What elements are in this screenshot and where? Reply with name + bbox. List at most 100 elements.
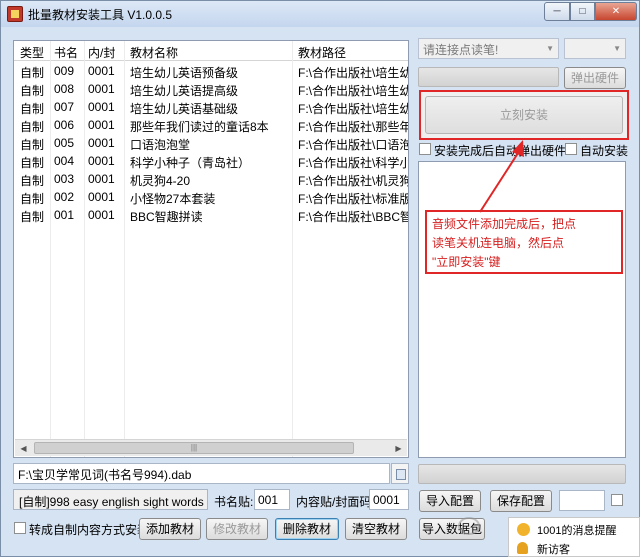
cell-book-no: 009 [54, 64, 75, 78]
cell-book-path: F:\合作出版社\培生幼儿 [298, 84, 408, 98]
table-row[interactable]: 自制 003 0001 机灵狗4-20 F:\合作出版社\机灵狗标 [14, 170, 408, 188]
cell-book-name: 培生幼儿英语提高级 [130, 84, 239, 98]
annotation-callout: 音频文件添加完成后，把点 读笔关机连电脑，然后点 "立即安装"键 [425, 210, 623, 274]
window-title: 批量教材安装工具 V1.0.0.5 [28, 8, 173, 22]
watermark-icon [458, 517, 480, 535]
horizontal-scrollbar[interactable]: ◀ ||| ▶ [15, 439, 407, 456]
table-row[interactable]: 自制 006 0001 那些年我们读过的童话8本 F:\合作出版社\那些年我 [14, 116, 408, 134]
scroll-thumb[interactable]: ||| [34, 442, 354, 454]
browse-file-button[interactable] [391, 463, 409, 484]
cell-book-no: 005 [54, 136, 75, 150]
save-config-button[interactable]: 保存配置 [490, 490, 552, 512]
minimize-button[interactable]: ─ [544, 2, 570, 21]
close-button[interactable]: ✕ [595, 2, 637, 21]
notification-bell-icon [517, 523, 530, 536]
eject-hardware-button[interactable]: 弹出硬件 [564, 67, 626, 89]
cell-book-no: 007 [54, 100, 75, 114]
cell-book-path: F:\合作出版社\科学小种 [298, 156, 408, 170]
cell-book-name: 口语泡泡堂 [130, 138, 191, 152]
table-row[interactable]: 自制 008 0001 培生幼儿英语提高级 F:\合作出版社\培生幼儿 [14, 80, 408, 98]
cell-type: 自制 [20, 84, 45, 98]
cell-type: 自制 [20, 66, 45, 80]
config-field[interactable] [559, 490, 605, 511]
cell-inner-cover: 0001 [88, 100, 115, 114]
cell-book-name: 科学小种子（青岛社） [130, 156, 251, 170]
table-row[interactable]: 自制 002 0001 小怪物27本套装 F:\合作出版社\标准版小 [14, 188, 408, 206]
table-row[interactable]: 自制 005 0001 口语泡泡堂 F:\合作出版社\口语泡泡 [14, 134, 408, 152]
table-row[interactable]: 自制 009 0001 培生幼儿英语预备级 F:\合作出版社\培生幼儿 [14, 62, 408, 80]
maximize-button[interactable]: □ [570, 2, 595, 21]
cell-book-path: F:\合作出版社\BBC智趣拼 [298, 210, 408, 224]
cell-book-name: BBC智趣拼读 [130, 210, 203, 224]
visitor-icon [517, 542, 528, 554]
scroll-right-icon[interactable]: ▶ [390, 440, 407, 457]
cell-type: 自制 [20, 102, 45, 116]
column-header-book-path[interactable]: 教材路径 [298, 44, 408, 61]
cell-book-path: F:\合作出版社\那些年我 [298, 120, 408, 134]
cell-book-path: F:\合作出版社\机灵狗标 [298, 174, 408, 188]
file-path-field[interactable]: F:\宝贝学常见词(书名号994).dab [13, 463, 390, 484]
clear-books-button[interactable]: 清空教材 [345, 518, 407, 540]
column-header-type[interactable]: 类型 [20, 44, 50, 61]
title-bar: 批量教材安装工具 V1.0.0.5 ─ □ ✕ [1, 1, 639, 27]
cell-type: 自制 [20, 120, 45, 134]
pen-select[interactable]: 请连接点读笔! ▼ [418, 38, 559, 59]
cell-book-no: 002 [54, 190, 75, 204]
book-list[interactable]: 类型 书名 内/封 教材名称 教材路径 自制 009 0001 培生幼儿英语预备级 F:… [13, 40, 409, 458]
cell-book-no: 001 [54, 208, 75, 222]
install-now-button[interactable]: 立刻安装 [425, 96, 623, 134]
install-progress-bar [418, 67, 559, 87]
cell-book-path: F:\合作出版社\标准版小 [298, 192, 408, 206]
convert-self-made-checkbox[interactable] [14, 522, 26, 534]
cell-type: 自制 [20, 156, 45, 170]
table-row[interactable]: 自制 007 0001 培生幼儿英语基础级 F:\合作出版社\培生幼儿 [14, 98, 408, 116]
cell-book-path: F:\合作出版社\培生幼儿 [298, 66, 408, 80]
auto-eject-label: 安装完成后自动弹出硬件 [434, 144, 567, 158]
pen-select-value: 请连接点读笔! [423, 43, 499, 57]
cell-inner-cover: 0001 [88, 172, 115, 186]
annotation-line-3: "立即安装"键 [432, 255, 501, 269]
cell-book-no: 008 [54, 82, 75, 96]
modify-book-button[interactable]: 修改教材 [206, 518, 268, 540]
column-header-book-name[interactable]: 教材名称 [130, 44, 292, 61]
cell-inner-cover: 0001 [88, 208, 115, 222]
auto-eject-checkbox[interactable] [419, 143, 431, 155]
cell-book-name: 小怪物27本套装 [130, 192, 216, 206]
cell-book-name: 培生幼儿英语基础级 [130, 102, 239, 116]
table-row[interactable]: 自制 001 0001 BBC智趣拼读 F:\合作出版社\BBC智趣拼 [14, 206, 408, 224]
auto-install-checkbox[interactable] [565, 143, 577, 155]
column-header-inner-cover[interactable]: 内/封 [88, 44, 124, 61]
cell-type: 自制 [20, 174, 45, 188]
cell-book-no: 004 [54, 154, 75, 168]
auto-install-label: 自动安装 [580, 144, 629, 158]
annotation-line-1: 音频文件添加完成后，把点 [432, 217, 577, 231]
table-row[interactable]: 自制 004 0001 科学小种子（青岛社） F:\合作出版社\科学小种 [14, 152, 408, 170]
content-cover-label: 内容贴/封面码: [296, 495, 375, 509]
scroll-left-icon[interactable]: ◀ [15, 440, 32, 457]
drive-select[interactable]: ▼ [564, 38, 626, 59]
cell-type: 自制 [20, 210, 45, 224]
cell-book-no: 006 [54, 118, 75, 132]
cell-type: 自制 [20, 192, 45, 206]
content-cover-field[interactable]: 0001 [369, 489, 409, 510]
config-checkbox[interactable] [611, 494, 623, 506]
list-header: 类型 书名 内/封 教材名称 教材路径 [14, 41, 408, 61]
cell-inner-cover: 0001 [88, 82, 115, 96]
cell-book-path: F:\合作出版社\培生幼儿 [298, 102, 408, 116]
cell-inner-cover: 0001 [88, 190, 115, 204]
add-book-button[interactable]: 添加教材 [139, 518, 201, 540]
delete-book-button[interactable]: 删除教材 [275, 518, 339, 540]
import-config-button[interactable]: 导入配置 [419, 490, 481, 512]
notification-visitor: 新访客 [537, 544, 570, 556]
annotation-line-2: 读笔关机连电脑，然后点 [432, 236, 565, 250]
column-header-book-no[interactable]: 书名 [54, 44, 84, 61]
app-icon [7, 6, 23, 22]
book-sticker-field[interactable]: 001 [254, 489, 290, 510]
install-log-area[interactable] [418, 161, 626, 458]
cell-type: 自制 [20, 138, 45, 152]
book-sticker-label: 书名贴: [214, 495, 254, 509]
cell-inner-cover: 0001 [88, 118, 115, 132]
cell-book-name: 培生幼儿英语预备级 [130, 66, 239, 80]
chevron-down-icon: ▼ [546, 44, 554, 53]
notification-popup[interactable]: 1001的消息提醒 新访客 [508, 517, 640, 557]
